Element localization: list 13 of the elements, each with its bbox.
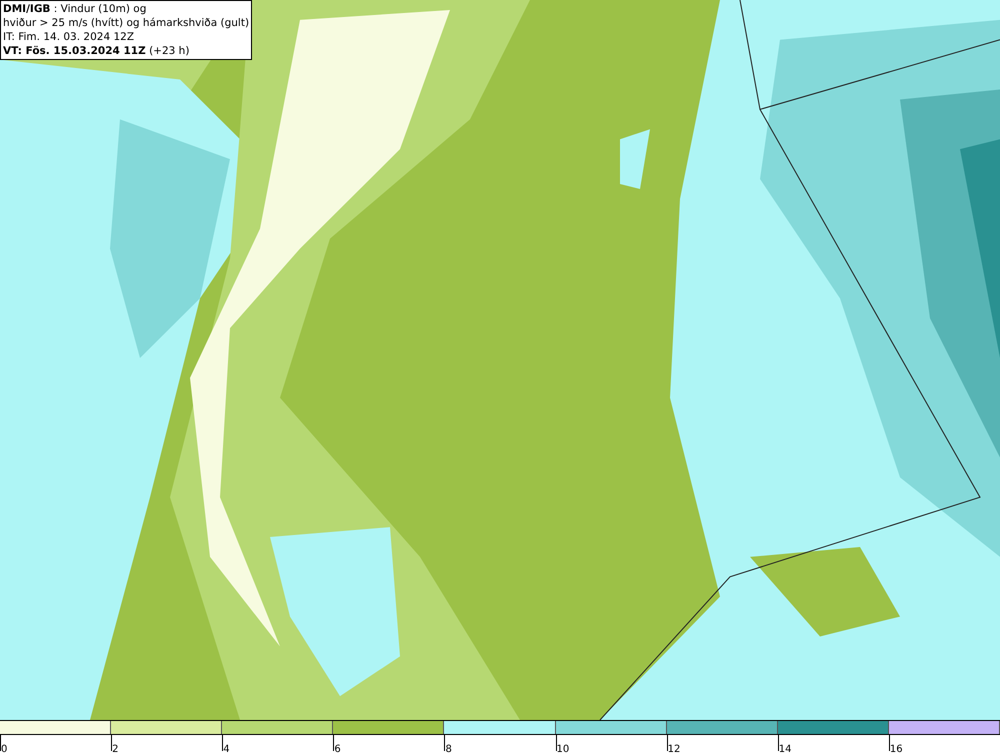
legend-tick-label: 2	[112, 744, 118, 753]
legend-tick-label: 10	[556, 744, 570, 753]
legend-tick-label: 8	[445, 744, 452, 753]
legend-tick-label: 4	[223, 744, 230, 753]
legend-tick-label: 0	[1, 744, 8, 753]
title-line: hviður > 25 m/s (hvítt) og hámarkshviða (gult)	[3, 16, 250, 30]
legend-tick-label: 6	[334, 744, 341, 753]
legend-tick-label: 16	[890, 744, 903, 753]
title-line: IT: Fim. 14. 03. 2024 12Z	[3, 30, 136, 44]
title-line: VT: Fös. 15.03.2024 11Z (+23 h)	[3, 44, 190, 58]
legend-tick-label: 14	[778, 744, 792, 753]
title-line: DMI/IGB : Vindur (10m) og	[3, 2, 148, 16]
legend-tick-label: 12	[668, 744, 680, 753]
